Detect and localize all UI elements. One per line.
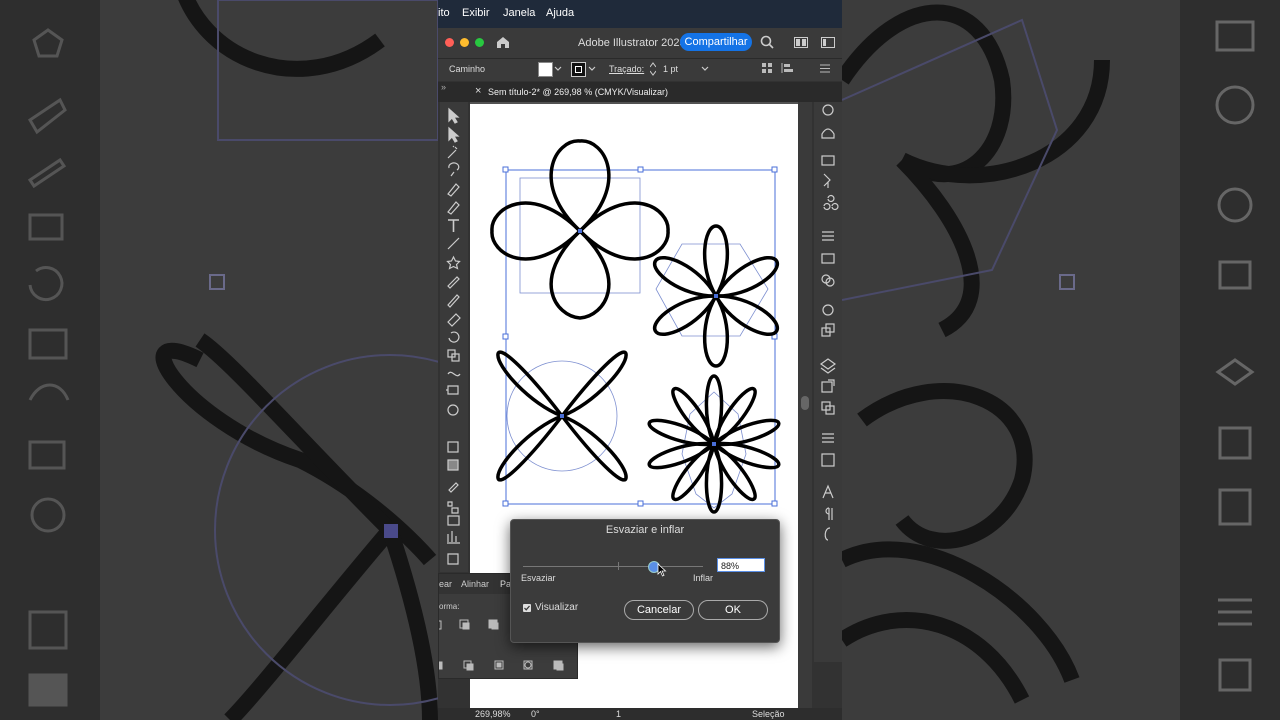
- panel-tab-transform[interactable]: ear: [439, 579, 452, 589]
- control-bar: Caminho Traçado: 1 pt: [438, 58, 842, 81]
- pucker-bloat-dialog: Esvaziar e inflar Esvaziar Inflar 88% Vi…: [510, 519, 780, 643]
- rotation-value[interactable]: 0°: [531, 709, 540, 719]
- status-bar: 269,98% 0° 1 Seleção: [438, 708, 842, 720]
- share-button[interactable]: Compartilhar: [680, 33, 752, 51]
- check-icon: [524, 605, 530, 611]
- menu-bar: ito Exibir Janela Ajuda: [438, 0, 842, 28]
- background-left: [0, 0, 438, 720]
- object-type-label: Caminho: [449, 64, 486, 74]
- bloat-label: Inflar: [693, 573, 714, 583]
- stroke-weight-input[interactable]: 1 pt: [663, 64, 678, 74]
- tools-panel: [440, 102, 468, 572]
- stepper-icon[interactable]: [650, 62, 656, 76]
- cursor-icon: [657, 563, 667, 577]
- collapse-icon[interactable]: »: [441, 82, 446, 92]
- vertical-scrollbar[interactable]: [798, 102, 812, 708]
- menu-item-edit[interactable]: ito: [438, 7, 450, 19]
- preview-checkbox[interactable]: [523, 604, 531, 612]
- tools-icons[interactable]: [440, 102, 468, 572]
- pucker-label: Esvaziar: [521, 573, 556, 583]
- stroke-label[interactable]: Traçado:: [609, 64, 644, 74]
- slider-center-tick: [618, 562, 619, 570]
- menu-item-exibir[interactable]: Exibir: [462, 7, 490, 19]
- app-title: Adobe Illustrator 2023: [578, 37, 686, 49]
- close-window-button[interactable]: [445, 38, 454, 47]
- current-tool[interactable]: Seleção: [752, 709, 785, 719]
- illustrator-window: ito Exibir Janela Ajuda Adobe Illustrato…: [438, 0, 842, 720]
- scrollbar-thumb[interactable]: [801, 396, 809, 410]
- panel-icons[interactable]: [814, 102, 842, 662]
- background-right: [842, 0, 1280, 720]
- minimize-window-button[interactable]: [460, 38, 469, 47]
- workspace-icon[interactable]: [821, 37, 835, 48]
- shape-modes-label: orma:: [439, 602, 460, 611]
- zoom-level[interactable]: 269,98%: [475, 709, 511, 719]
- chevron-down-icon[interactable]: [554, 66, 562, 72]
- menu-lines-icon[interactable]: [820, 64, 830, 73]
- search-icon[interactable]: [760, 35, 774, 49]
- arrange-documents-icon[interactable]: [794, 37, 808, 48]
- stroke-swatch[interactable]: [571, 62, 586, 77]
- menu-item-ajuda[interactable]: Ajuda: [546, 7, 574, 19]
- close-tab-icon[interactable]: ×: [475, 85, 481, 97]
- artboard-number[interactable]: 1: [616, 709, 621, 719]
- transform-icon[interactable]: [762, 63, 772, 73]
- preview-label[interactable]: Visualizar: [535, 602, 578, 613]
- ok-button[interactable]: OK: [698, 600, 768, 620]
- cancel-button[interactable]: Cancelar: [624, 600, 694, 620]
- slider-track[interactable]: [523, 566, 703, 567]
- home-icon[interactable]: [496, 36, 510, 49]
- title-bar: Adobe Illustrator 2023 Compartilhar: [438, 28, 842, 58]
- selection-bounding-box: [505, 169, 776, 505]
- panel-tab-alinhar[interactable]: Alinhar: [461, 579, 489, 589]
- chevron-down-icon[interactable]: [588, 66, 596, 72]
- right-panel-dock: [814, 102, 842, 662]
- fill-swatch[interactable]: [538, 62, 553, 77]
- menu-item-janela[interactable]: Janela: [503, 7, 535, 19]
- bloat-value-input[interactable]: 88%: [717, 558, 765, 572]
- align-icon[interactable]: [781, 63, 795, 73]
- document-tab-bar: » × Sem título-2* @ 269,98 % (CMYK/Visua…: [438, 82, 842, 102]
- chevron-down-icon[interactable]: [701, 66, 709, 72]
- dialog-title: Esvaziar e inflar: [605, 524, 685, 536]
- document-tab-title[interactable]: Sem título-2* @ 269,98 % (CMYK/Visualiza…: [488, 87, 668, 97]
- maximize-window-button[interactable]: [475, 38, 484, 47]
